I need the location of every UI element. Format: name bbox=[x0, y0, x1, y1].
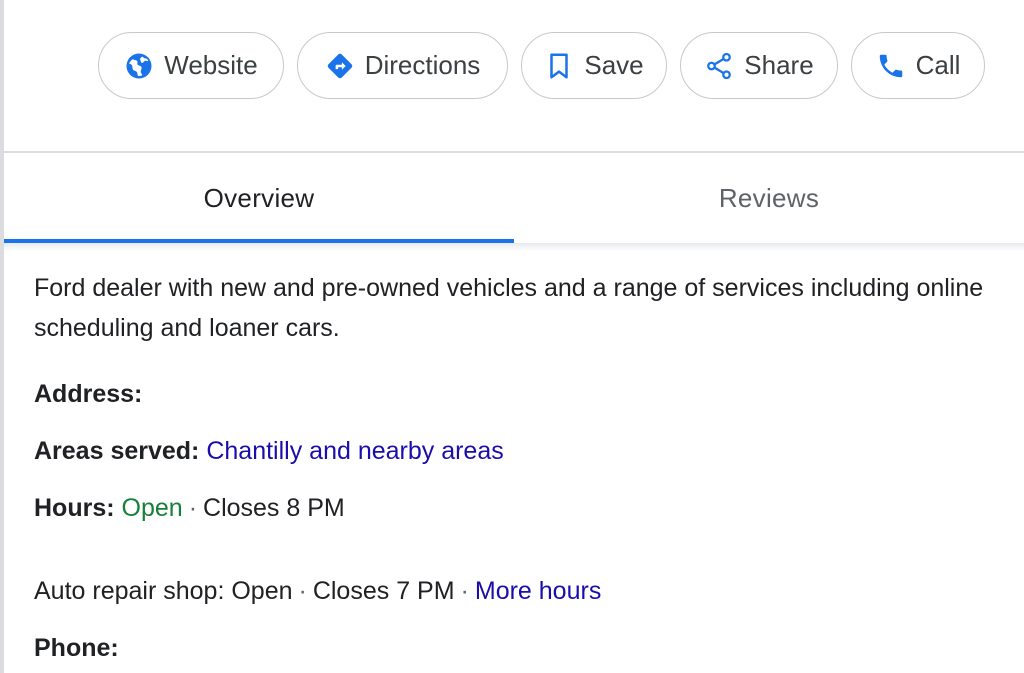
tab-reviews-label: Reviews bbox=[718, 182, 820, 213]
tab-overview-label: Overview bbox=[203, 182, 315, 213]
overview-panel: Ford dealer with new and pre-owned vehic… bbox=[34, 268, 994, 662]
globe-icon bbox=[124, 51, 154, 81]
more-hours-link[interactable]: More hours bbox=[475, 577, 601, 605]
areas-served-link[interactable]: Chantilly and nearby areas bbox=[206, 437, 503, 465]
tab-overview[interactable]: Overview bbox=[4, 153, 514, 243]
directions-button[interactable]: Directions bbox=[297, 32, 508, 99]
hours-label: Hours: bbox=[34, 494, 115, 522]
address-row: Address: bbox=[34, 374, 142, 414]
phone-icon bbox=[876, 51, 906, 81]
areas-served-row: Areas served: Chantilly and nearby areas bbox=[34, 431, 504, 471]
phone-label: Phone: bbox=[34, 634, 119, 662]
website-button[interactable]: Website bbox=[98, 32, 284, 99]
save-button[interactable]: Save bbox=[521, 32, 667, 99]
directions-label: Directions bbox=[364, 50, 481, 80]
hours-row: Hours: Open · Closes 8 PM bbox=[34, 488, 345, 528]
panel-left-border bbox=[0, 0, 4, 673]
directions-icon bbox=[325, 51, 355, 81]
share-label: Share bbox=[744, 50, 814, 80]
bookmark-icon bbox=[544, 51, 574, 81]
auto-repair-separator: · bbox=[298, 577, 307, 605]
hours-closes: Closes 8 PM bbox=[203, 494, 345, 522]
phone-row: Phone: bbox=[34, 628, 119, 668]
more-hours-separator: · bbox=[460, 577, 469, 605]
auto-repair-row: Auto repair shop: Open · Closes 7 PM · More … bbox=[34, 571, 601, 611]
share-icon bbox=[704, 51, 734, 81]
call-button[interactable]: Call bbox=[851, 32, 985, 99]
action-buttons: Website Directions Save Share Call bbox=[98, 32, 985, 99]
tab-bar-shadow bbox=[4, 243, 1024, 251]
business-description: Ford dealer with new and pre-owned vehic… bbox=[34, 274, 984, 342]
address-label: Address: bbox=[34, 380, 143, 408]
save-label: Save bbox=[584, 50, 644, 80]
call-label: Call bbox=[915, 50, 961, 80]
share-button[interactable]: Share bbox=[680, 32, 838, 99]
website-label: Website bbox=[164, 50, 258, 80]
areas-served-label: Areas served: bbox=[34, 437, 200, 465]
hours-status: Open bbox=[121, 494, 183, 522]
tab-bar: Overview Reviews bbox=[4, 153, 1024, 243]
tab-reviews[interactable]: Reviews bbox=[514, 153, 1024, 243]
auto-repair-status: Auto repair shop: Open bbox=[34, 577, 293, 605]
auto-repair-closes: Closes 7 PM bbox=[312, 577, 455, 605]
hours-separator: · bbox=[188, 494, 198, 522]
